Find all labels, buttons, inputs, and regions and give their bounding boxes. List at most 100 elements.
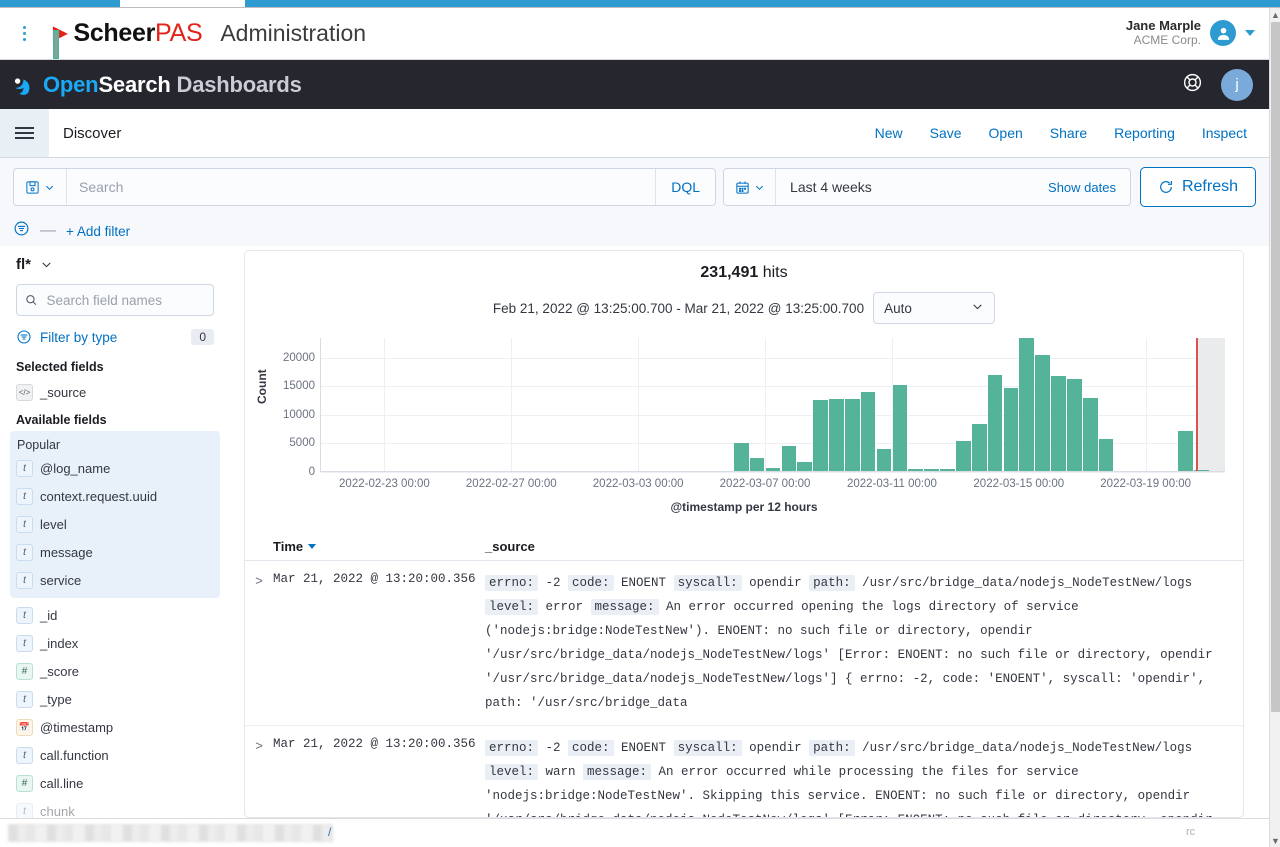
field-item-level[interactable]: t level <box>16 510 214 538</box>
y-axis-tick: 20000 <box>283 352 315 364</box>
chevron-down-icon[interactable] <box>1245 30 1255 36</box>
chart-bar[interactable] <box>877 449 892 471</box>
opensearch-dashboards-logo[interactable]: OpenSearch Dashboards <box>10 71 302 98</box>
chart-bar[interactable] <box>1099 439 1114 472</box>
chart-bar[interactable] <box>1083 398 1098 471</box>
expand-row-icon[interactable]: > <box>245 571 273 715</box>
table-row[interactable]: > Mar 21, 2022 @ 13:20:00.356 errno: -2 … <box>245 726 1243 817</box>
chart-bar[interactable] <box>766 468 781 471</box>
field-item-log-name[interactable]: t @log_name <box>16 454 214 482</box>
chart-bar[interactable] <box>956 441 971 471</box>
user-org: ACME Corp. <box>1126 34 1201 48</box>
chart-bar[interactable] <box>734 443 749 471</box>
field-item-source[interactable]: </> _source <box>16 378 214 406</box>
field-item-type[interactable]: t _type <box>16 685 214 713</box>
nav-action-new[interactable]: New <box>875 125 903 141</box>
field-item-timestamp[interactable]: 📅 @timestamp <box>16 713 214 741</box>
field-name: _index <box>40 636 78 651</box>
table-row[interactable]: > Mar 21, 2022 @ 13:20:00.356 errno: -2 … <box>245 561 1243 726</box>
chart-bar[interactable] <box>797 462 812 471</box>
field-item-context-request-uuid[interactable]: t context.request.uuid <box>16 482 214 510</box>
field-item-index[interactable]: t _index <box>16 629 214 657</box>
doc-field-key: message: <box>583 764 651 780</box>
scroll-up-arrow-icon[interactable]: ▲ <box>1270 8 1280 21</box>
hits-count: 231,491 <box>700 264 758 281</box>
chart-bar[interactable] <box>829 399 844 471</box>
browser-tab-strip <box>0 0 1280 8</box>
sort-desc-icon[interactable] <box>308 544 316 549</box>
nav-action-share[interactable]: Share <box>1050 125 1087 141</box>
saved-query-floppy-icon[interactable] <box>14 169 67 205</box>
chart-bar[interactable] <box>861 392 876 471</box>
filter-icon[interactable] <box>13 220 30 242</box>
chart-bar[interactable] <box>813 400 828 471</box>
lifebuoy-help-icon[interactable] <box>1182 72 1203 98</box>
chart-bar[interactable] <box>908 469 923 471</box>
chart-bar[interactable] <box>782 446 797 471</box>
chevron-down-icon[interactable] <box>40 258 53 271</box>
chart-bar[interactable] <box>1019 338 1034 471</box>
field-item-message[interactable]: t message <box>16 538 214 566</box>
scroll-down-arrow-icon[interactable]: ▼ <box>1270 834 1280 847</box>
brand-open: Open <box>43 72 98 97</box>
doc-field-key: code: <box>568 575 614 591</box>
refresh-button[interactable]: Refresh <box>1140 167 1256 207</box>
nav-action-inspect[interactable]: Inspect <box>1202 125 1247 141</box>
expand-row-icon[interactable]: > <box>245 736 273 817</box>
avatar[interactable]: j <box>1221 69 1253 101</box>
column-header-time-label: Time <box>273 539 303 554</box>
field-search-box[interactable] <box>16 284 214 316</box>
column-header-time[interactable]: Time <box>273 539 485 554</box>
chevron-down-icon <box>44 182 55 193</box>
date-range-value[interactable]: Last 4 weeks <box>776 179 1034 195</box>
interval-value: Auto <box>884 301 912 316</box>
chart-bar[interactable] <box>750 458 765 471</box>
calendar-icon[interactable] <box>724 169 776 205</box>
chart-bar[interactable] <box>1067 379 1082 471</box>
chart-bar[interactable] <box>1051 376 1066 471</box>
chart-bar[interactable] <box>1035 355 1050 471</box>
index-pattern-name[interactable]: fl* <box>16 256 31 273</box>
x-axis-tick: 2022-02-27 00:00 <box>466 478 557 490</box>
app-nav-actions: New Save Open Share Reporting Inspect <box>875 125 1269 141</box>
chart-bar[interactable] <box>893 385 908 471</box>
query-language-button[interactable]: DQL <box>655 169 715 205</box>
y-axis-tick: 10000 <box>283 409 315 421</box>
chart-bar[interactable] <box>972 424 987 471</box>
user-avatar-icon[interactable] <box>1210 20 1236 46</box>
search-input[interactable] <box>67 179 655 195</box>
chart-bar[interactable] <box>845 399 860 471</box>
chart-bar[interactable] <box>988 375 1003 471</box>
chart-bar[interactable] <box>924 469 939 471</box>
index-pattern-selector[interactable]: fl* <box>16 256 214 273</box>
field-item-chunk[interactable]: t chunk <box>16 797 214 818</box>
chart-bar[interactable] <box>1178 431 1193 471</box>
interval-select[interactable]: Auto <box>873 292 995 324</box>
field-item-call-function[interactable]: t call.function <box>16 741 214 769</box>
chart-gridline <box>321 472 1225 473</box>
chart-bar[interactable] <box>1004 388 1019 471</box>
show-dates-button[interactable]: Show dates <box>1034 180 1130 195</box>
field-item-service[interactable]: t service <box>16 566 214 594</box>
hamburger-menu-icon[interactable] <box>0 109 49 157</box>
scrollbar-thumb[interactable] <box>1271 22 1280 712</box>
user-menu[interactable]: Jane Marple ACME Corp. <box>1126 19 1269 48</box>
page-scrollbar[interactable]: ▲ ▼ <box>1269 8 1280 847</box>
string-type-icon: t <box>16 572 33 589</box>
search-field-names-input[interactable] <box>44 292 205 309</box>
field-item-score[interactable]: # _score <box>16 657 214 685</box>
nav-action-reporting[interactable]: Reporting <box>1114 125 1175 141</box>
nav-action-save[interactable]: Save <box>930 125 962 141</box>
string-type-icon: t <box>16 635 33 652</box>
nav-action-open[interactable]: Open <box>989 125 1023 141</box>
kebab-menu-icon[interactable] <box>0 26 48 41</box>
add-filter-button[interactable]: + Add filter <box>66 224 130 239</box>
cell-source: errno: -2 code: ENOENT syscall: opendir … <box>485 736 1229 817</box>
field-item-call-line[interactable]: # call.line <box>16 769 214 797</box>
field-item-id[interactable]: t _id <box>16 601 214 629</box>
filter-by-type-button[interactable]: Filter by type 0 <box>16 321 214 353</box>
chart-bar[interactable] <box>940 469 955 471</box>
x-axis-label: @timestamp per 12 hours <box>245 500 1243 514</box>
doc-field-key: errno: <box>485 575 538 591</box>
chart-plot-area[interactable]: 050001000015000200002022-02-23 00:002022… <box>320 338 1225 472</box>
